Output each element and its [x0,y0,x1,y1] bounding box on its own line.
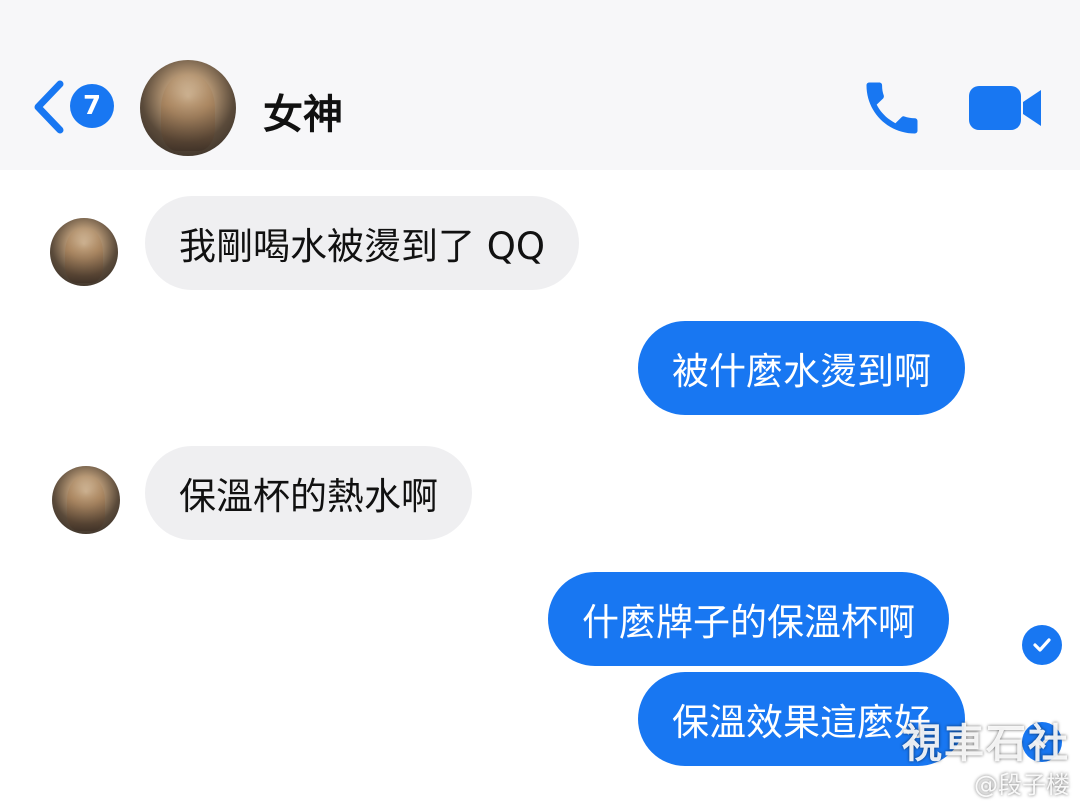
sender-avatar[interactable] [50,218,118,286]
call-button[interactable] [858,74,926,142]
chevron-left-icon [34,80,64,134]
message-bubble-outgoing[interactable]: 被什麼水燙到啊 [638,321,965,415]
watermark: 視車石社 @段子楼 [902,711,1070,800]
watermark-logo: 視車石社 [902,721,1070,767]
contact-name[interactable]: 女神 [263,82,343,140]
phone-icon [866,82,918,134]
back-button[interactable]: 7 [30,78,116,136]
watermark-handle: @段子楼 [974,771,1070,799]
message-bubble-incoming[interactable]: 我剛喝水被燙到了 QQ [145,196,580,290]
message-bubble-incoming[interactable]: 保溫杯的熱水啊 [145,446,472,540]
video-call-button[interactable] [965,80,1045,136]
message-bubble-outgoing[interactable]: 什麼牌子的保溫杯啊 [548,572,949,666]
video-camera-icon [969,86,1041,130]
sender-avatar[interactable] [52,466,120,534]
chat-header: 7 女神 [0,0,1080,170]
contact-avatar[interactable] [140,60,236,156]
unread-badge: 7 [70,84,114,128]
delivered-check-icon [1022,625,1062,665]
